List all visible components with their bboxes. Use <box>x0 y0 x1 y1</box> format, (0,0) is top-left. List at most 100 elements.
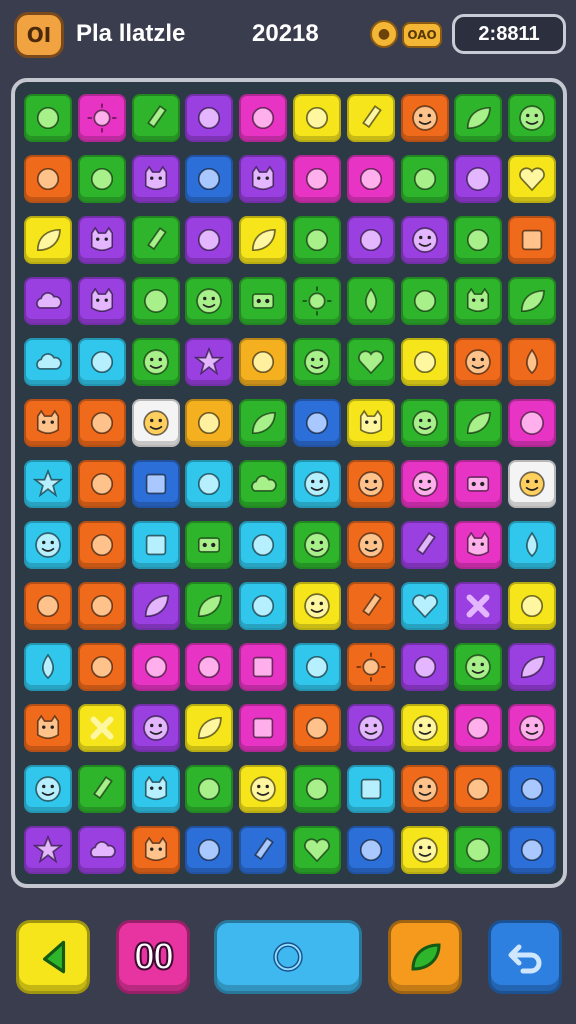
board-tile[interactable] <box>292 94 341 143</box>
board-tile[interactable] <box>508 825 557 874</box>
board-tile[interactable] <box>508 703 557 752</box>
board-tile[interactable] <box>508 460 557 508</box>
board-tile[interactable] <box>23 216 72 265</box>
board-tile[interactable] <box>292 581 341 630</box>
board-tile[interactable] <box>239 825 288 874</box>
board-tile[interactable] <box>346 216 395 265</box>
board-tile[interactable] <box>346 642 395 691</box>
board-tile[interactable] <box>185 399 234 448</box>
board-tile[interactable] <box>77 703 126 752</box>
board-tile[interactable] <box>23 581 72 630</box>
board-tile[interactable] <box>185 338 234 387</box>
board-tile[interactable] <box>131 764 180 813</box>
board-tile[interactable] <box>131 94 180 143</box>
board-tile[interactable] <box>454 581 503 630</box>
board-tile[interactable] <box>346 520 395 569</box>
board-tile[interactable] <box>185 216 234 265</box>
board-tile[interactable] <box>346 703 395 752</box>
board-tile[interactable] <box>23 338 72 387</box>
board-tile[interactable] <box>508 338 557 387</box>
board-tile[interactable] <box>454 703 503 752</box>
board-tile[interactable] <box>400 338 449 387</box>
shuffle-button[interactable] <box>388 920 462 994</box>
board-tile[interactable] <box>454 216 503 265</box>
board-tile[interactable] <box>77 338 126 387</box>
board-tile[interactable] <box>23 703 72 752</box>
board-tile[interactable] <box>23 764 72 813</box>
board-tile[interactable] <box>508 581 557 630</box>
board-tile[interactable] <box>400 764 449 813</box>
board-tile[interactable] <box>508 216 557 265</box>
board-tile[interactable] <box>346 460 395 508</box>
board-tile[interactable] <box>131 277 180 326</box>
board-tile[interactable] <box>346 277 395 326</box>
board-tile[interactable] <box>292 155 341 204</box>
board-tile[interactable] <box>131 399 180 448</box>
board-tile[interactable] <box>400 94 449 143</box>
board-tile[interactable] <box>292 642 341 691</box>
board-tile[interactable] <box>508 642 557 691</box>
board-tile[interactable] <box>239 703 288 752</box>
hint-button[interactable] <box>214 920 362 994</box>
board-tile[interactable] <box>239 155 288 204</box>
board-tile[interactable] <box>239 216 288 265</box>
board-tile[interactable] <box>292 277 341 326</box>
board-tile[interactable] <box>23 399 72 448</box>
board-tile[interactable] <box>400 520 449 569</box>
board-tile[interactable] <box>454 520 503 569</box>
board-tile[interactable] <box>454 764 503 813</box>
board-tile[interactable] <box>400 216 449 265</box>
board-tile[interactable] <box>508 277 557 326</box>
board-tile[interactable] <box>454 399 503 448</box>
board-tile[interactable] <box>400 581 449 630</box>
board-tile[interactable] <box>23 155 72 204</box>
board-tile[interactable] <box>23 642 72 691</box>
board-tile[interactable] <box>131 216 180 265</box>
board-tile[interactable] <box>400 399 449 448</box>
board-tile[interactable] <box>77 216 126 265</box>
board-tile[interactable] <box>77 825 126 874</box>
board-tile[interactable] <box>131 460 180 508</box>
board-tile[interactable] <box>131 581 180 630</box>
board-tile[interactable] <box>400 460 449 508</box>
board-tile[interactable] <box>400 703 449 752</box>
board-tile[interactable] <box>239 338 288 387</box>
board-tile[interactable] <box>77 460 126 508</box>
board-tile[interactable] <box>292 520 341 569</box>
pause-button[interactable]: 00 <box>116 920 190 994</box>
board-tile[interactable] <box>239 581 288 630</box>
board-tile[interactable] <box>508 764 557 813</box>
board-tile[interactable] <box>346 581 395 630</box>
board-tile[interactable] <box>239 642 288 691</box>
board-tile[interactable] <box>239 94 288 143</box>
board-tile[interactable] <box>23 94 72 143</box>
board-tile[interactable] <box>185 703 234 752</box>
board-tile[interactable] <box>508 520 557 569</box>
board-tile[interactable] <box>346 825 395 874</box>
board-tile[interactable] <box>454 94 503 143</box>
board-tile[interactable] <box>23 460 72 508</box>
board-tile[interactable] <box>185 277 234 326</box>
board-tile[interactable] <box>292 764 341 813</box>
board-tile[interactable] <box>346 155 395 204</box>
board-tile[interactable] <box>77 764 126 813</box>
board-tile[interactable] <box>185 520 234 569</box>
board-tile[interactable] <box>131 338 180 387</box>
board-tile[interactable] <box>131 825 180 874</box>
board-tile[interactable] <box>131 703 180 752</box>
board-tile[interactable] <box>131 155 180 204</box>
board-tile[interactable] <box>239 277 288 326</box>
board-tile[interactable] <box>185 94 234 143</box>
board-tile[interactable] <box>77 399 126 448</box>
board-tile[interactable] <box>185 460 234 508</box>
board-tile[interactable] <box>23 825 72 874</box>
board-tile[interactable] <box>508 94 557 143</box>
board-tile[interactable] <box>239 460 288 508</box>
board-tile[interactable] <box>77 277 126 326</box>
board-tile[interactable] <box>400 155 449 204</box>
board-tile[interactable] <box>77 94 126 143</box>
board-tile[interactable] <box>185 764 234 813</box>
board-tile[interactable] <box>454 825 503 874</box>
board-tile[interactable] <box>400 277 449 326</box>
board-tile[interactable] <box>454 338 503 387</box>
